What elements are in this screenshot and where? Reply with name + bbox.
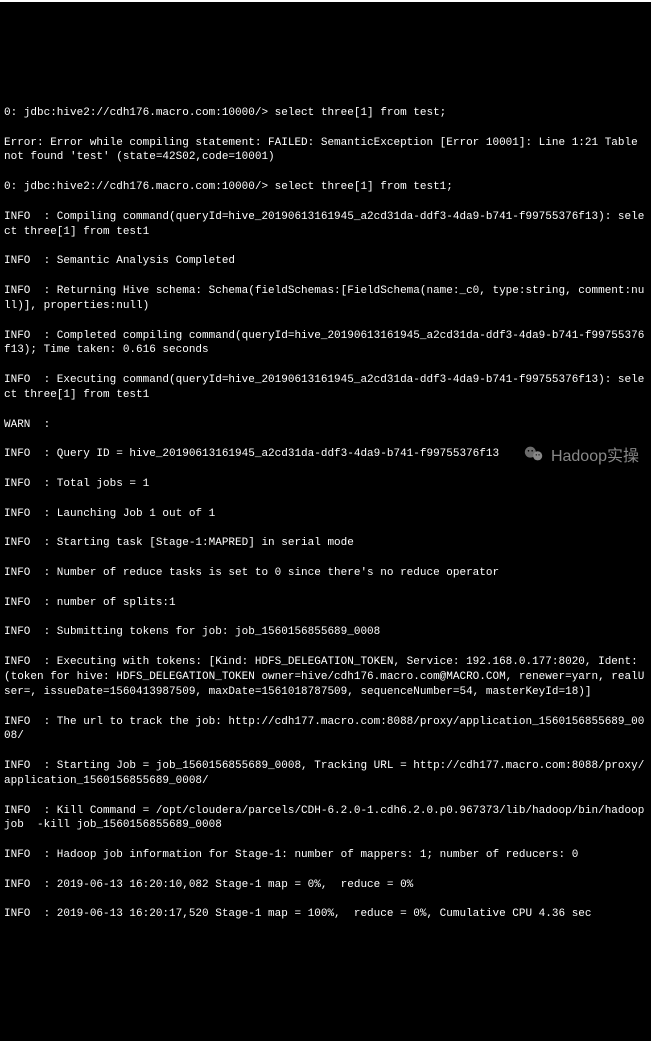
terminal-line: INFO : Starting task [Stage-1:MAPRED] in… [4,536,647,551]
terminal-line: INFO : Executing command(queryId=hive_20… [4,373,647,403]
terminal-line: INFO : 2019-06-13 16:20:17,520 Stage-1 m… [4,907,647,922]
terminal-line: 0: jdbc:hive2://cdh176.macro.com:10000/>… [4,106,647,121]
terminal-line: INFO : Starting Job = job_1560156855689_… [4,759,647,789]
terminal-line: INFO : The url to track the job: http://… [4,715,647,745]
wechat-icon [505,421,545,493]
terminal-line: INFO : number of splits:1 [4,596,647,611]
terminal-line: INFO : Completed compiling command(query… [4,329,647,359]
terminal-line: INFO : Launching Job 1 out of 1 [4,507,647,522]
terminal-line: INFO : Kill Command = /opt/cloudera/parc… [4,804,647,834]
watermark-text: Hadoop实操 [551,446,639,468]
terminal-output[interactable]: 0: jdbc:hive2://cdh176.macro.com:10000/>… [4,91,647,937]
terminal-line: Error: Error while compiling statement: … [4,136,647,166]
terminal-line: INFO : Submitting tokens for job: job_15… [4,625,647,640]
terminal-line: INFO : 2019-06-13 16:20:10,082 Stage-1 m… [4,878,647,893]
terminal-line: 0: jdbc:hive2://cdh176.macro.com:10000/>… [4,180,647,195]
terminal-line: INFO : Returning Hive schema: Schema(fie… [4,284,647,314]
terminal-line: INFO : Hadoop job information for Stage-… [4,848,647,863]
terminal-line: INFO : Number of reduce tasks is set to … [4,566,647,581]
terminal-line: INFO : Compiling command(queryId=hive_20… [4,210,647,240]
watermark: Hadoop实操 [505,421,639,493]
terminal-line: INFO : Executing with tokens: [Kind: HDF… [4,655,647,700]
window-title-bar [0,0,651,2]
terminal-line: INFO : Semantic Analysis Completed [4,254,647,269]
